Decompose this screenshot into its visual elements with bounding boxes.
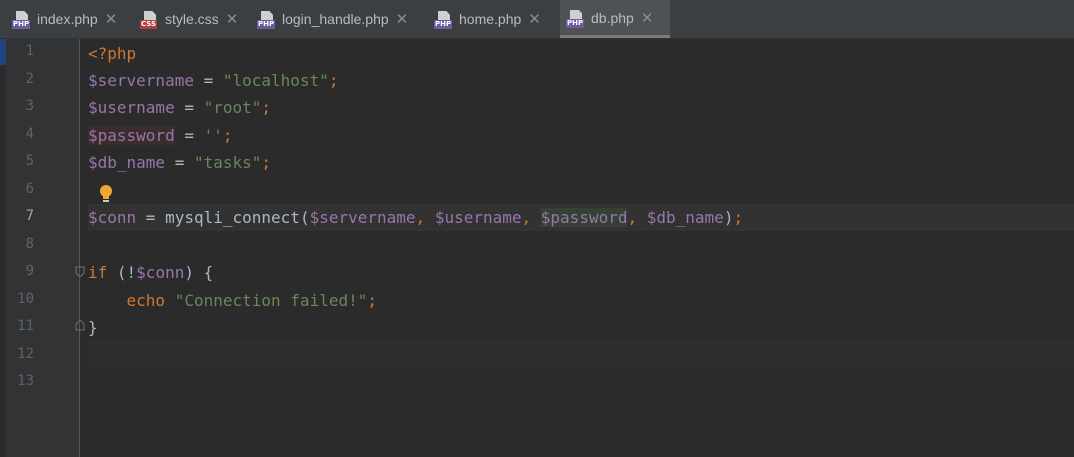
argument: $username [434,208,522,227]
gutter-marker [0,39,6,65]
close-icon[interactable]: ✕ [528,10,541,28]
comma: , [415,208,435,227]
line-number: 12 [17,346,34,362]
variable: $conn [88,208,137,227]
keyword: echo [126,291,166,310]
tab-db-php[interactable]: PHP db.php ✕ [560,0,670,38]
line-number: 8 [25,236,34,252]
line-number: 4 [25,126,34,142]
tab-label: db.php [591,9,634,26]
line-number: 5 [25,153,34,169]
close-icon[interactable]: ✕ [641,9,654,27]
tab-label: index.php [37,11,98,27]
tab-login-handle-php[interactable]: PHP login_handle.php ✕ [257,0,427,38]
line-number: 9 [25,263,34,279]
tab-style-css[interactable]: CSS style.css ✕ [140,0,248,38]
tab-home-php[interactable]: PHP home.php ✕ [434,0,556,38]
semicolon: ; [733,208,744,227]
semicolon: ; [261,153,272,172]
code-line-11: } [88,318,98,337]
code-line-4: $password = ''; [88,126,233,145]
code-line-7: $conn = mysqli_connect($servername, $use… [88,208,743,227]
operator: = [174,98,204,117]
semicolon: ; [367,291,377,310]
comma: , [521,208,541,227]
close-icon[interactable]: ✕ [396,10,409,28]
variable: $username [88,98,175,117]
punctuation: ) { [184,263,214,282]
php-file-icon: PHP [12,9,32,29]
punctuation: (! [107,263,137,282]
argument-highlighted: $password [540,208,628,227]
string-literal: "tasks" [193,153,262,172]
line-number: 2 [25,71,34,87]
semicolon: ; [222,126,233,145]
string-literal: "root" [203,98,262,117]
function-call: mysqli_connect( [165,208,310,227]
code-line-1: <?php [88,44,136,63]
comma: , [627,208,647,227]
php-file-icon: PHP [434,9,454,29]
operator: = [193,71,223,90]
tab-index-php[interactable]: PHP index.php ✕ [12,0,137,38]
php-file-icon: PHP [257,9,277,29]
line-number: 6 [25,181,34,197]
variable: $db_name [88,153,166,172]
code-line-10: echo "Connection failed!"; [88,291,377,310]
variable: $servername [88,71,194,90]
string-literal: "localhost" [222,71,329,90]
close-icon[interactable]: ✕ [226,10,239,28]
close-icon[interactable]: ✕ [105,10,118,28]
argument: $db_name [646,208,724,227]
operator: = [174,126,204,145]
code-line-2: $servername = "localhost"; [88,71,338,90]
php-open-tag: <?php [88,44,137,63]
line-number: 1 [25,43,34,59]
line-number: 3 [25,98,34,114]
closing-brace: } [88,318,98,337]
string-literal: "Connection failed!" [174,291,368,310]
code-line-9: if (!$conn) { [88,263,213,282]
variable: $conn [136,263,185,282]
gutter-strip [0,39,6,457]
tab-label: style.css [165,11,219,27]
code-line-3: $username = "root"; [88,98,271,117]
empty-line-13 [88,341,1074,368]
paren: ) [723,208,734,227]
php-file-icon: PHP [566,8,586,28]
line-number: 13 [17,373,34,389]
code-line-5: $db_name = "tasks"; [88,153,271,172]
operator: = [165,153,194,172]
tab-label: home.php [459,11,522,27]
line-number: 11 [17,318,34,334]
css-file-icon: CSS [140,9,160,29]
variable-highlighted: $password [88,126,175,145]
line-number-current: 7 [25,208,34,224]
line-number: 10 [17,291,34,307]
string-literal: '' [203,126,223,145]
tab-label: login_handle.php [282,11,389,27]
argument: $servername [309,208,416,227]
semicolon: ; [261,98,272,117]
editor-tab-bar: PHP index.php ✕ CSS style.css ✕ PHP logi… [0,0,1074,39]
operator: = [136,208,166,227]
keyword: if [88,263,108,282]
semicolon: ; [328,71,339,90]
lightbulb-icon[interactable] [98,184,114,204]
